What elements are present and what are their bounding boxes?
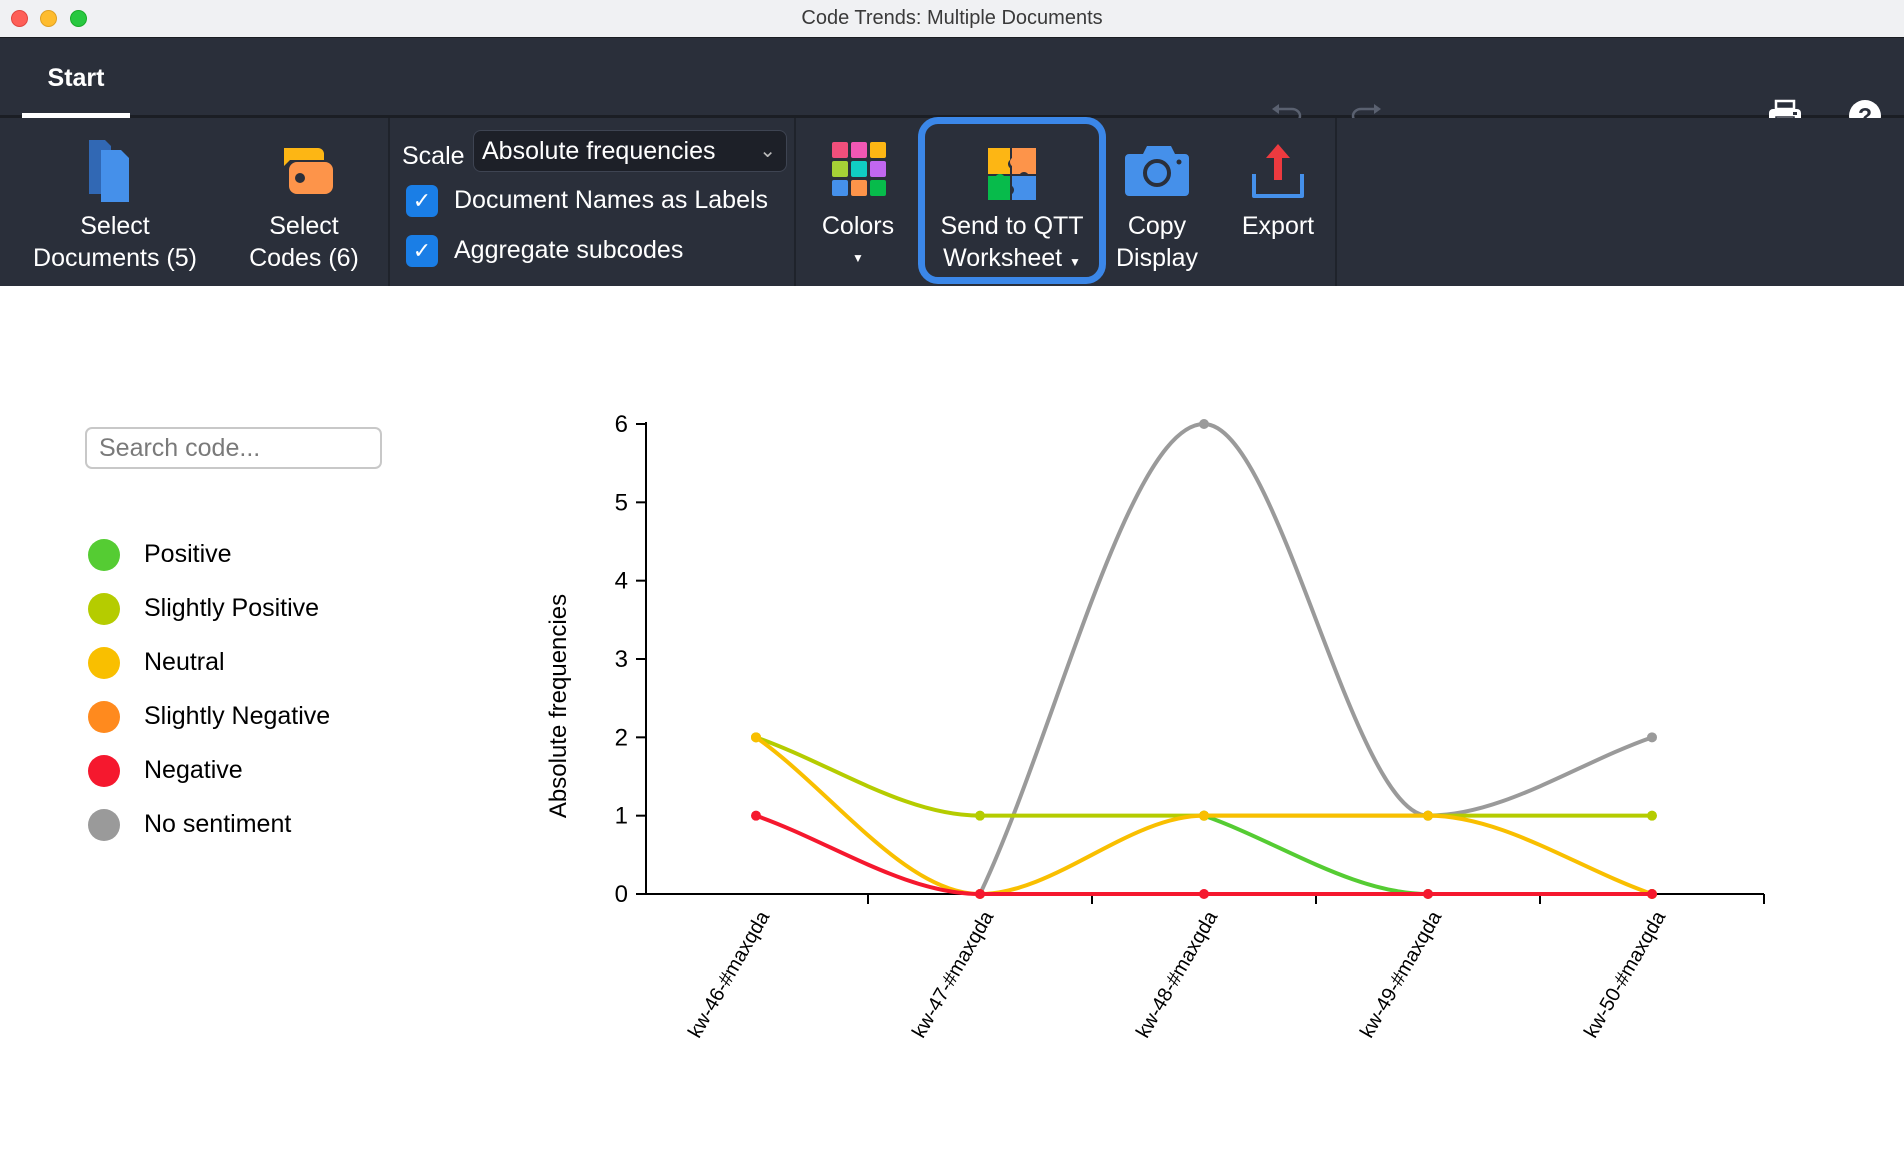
- camera-icon: [1125, 146, 1189, 196]
- y-axis-label: Absolute frequencies: [545, 594, 572, 818]
- series-line: [1203, 813, 1652, 897]
- x-tick-label: kw-46-#maxqda: [684, 907, 775, 1042]
- data-point: [1647, 732, 1657, 743]
- series-line: [755, 735, 1652, 818]
- y-tick-label: 5: [615, 489, 628, 516]
- dropdown-caret-icon: ▼: [1069, 255, 1081, 269]
- data-point: [1647, 889, 1657, 899]
- series-slightly-positive: [751, 732, 1657, 821]
- ribbon-toolbar: Select Documents (5) Select Codes (6) Scal…: [0, 117, 1904, 286]
- data-point: [751, 810, 761, 821]
- copy-display-button[interactable]: Copy Display: [1110, 118, 1204, 286]
- y-tick-label: 1: [615, 803, 628, 830]
- y-tick-label: 2: [615, 724, 628, 751]
- select-codes-line1: Select: [269, 212, 339, 240]
- select-documents-button[interactable]: Select Documents (5): [18, 118, 212, 286]
- copy-display-line1: Copy: [1127, 212, 1187, 240]
- codes-tag-icon: [284, 148, 333, 194]
- puzzle-icon: [988, 148, 1036, 200]
- data-point: [1199, 889, 1209, 899]
- x-tick-label: kw-48-#maxqda: [1132, 907, 1223, 1042]
- tab-start[interactable]: Start: [22, 38, 130, 118]
- data-point: [1423, 810, 1433, 821]
- ribbon-separator: [794, 118, 796, 286]
- y-tick-label: 0: [615, 881, 628, 908]
- title-bar: Code Trends: Multiple Documents: [0, 0, 1904, 38]
- copy-display-line2: Display: [1116, 244, 1198, 272]
- y-tick-label: 4: [615, 568, 628, 595]
- scale-dropdown[interactable]: Absolute frequencies ⌄: [473, 130, 787, 172]
- data-point: [975, 889, 985, 899]
- dropdown-caret-icon: ▼: [852, 251, 864, 265]
- data-point: [1423, 889, 1433, 899]
- tab-start-label: Start: [47, 64, 105, 92]
- chart-axes: 0 1 2 3 4 5 6 kw-46-#maxqda kw-47-#maxqda kw-48-#…: [615, 411, 1765, 1042]
- select-documents-line1: Select: [80, 212, 150, 240]
- export-button[interactable]: Export: [1226, 118, 1330, 286]
- series-no-sentiment: [975, 419, 1657, 899]
- color-grid-icon: [832, 142, 886, 196]
- ribbon-separator: [1335, 118, 1337, 286]
- data-point: [1647, 810, 1657, 821]
- chevron-down-icon: ⌄: [759, 140, 776, 162]
- x-tick-label: kw-49-#maxqda: [1356, 907, 1447, 1042]
- select-codes-line2: Codes (6): [249, 244, 359, 272]
- documents-icon: [89, 140, 129, 202]
- colors-button[interactable]: Colors ▼: [808, 118, 908, 286]
- select-codes-button[interactable]: Select Codes (6): [237, 118, 371, 286]
- y-tick-label: 6: [615, 411, 628, 438]
- data-point: [1199, 810, 1209, 821]
- series-line: [978, 421, 1653, 895]
- export-icon: [1252, 144, 1304, 198]
- series-positive: [1199, 810, 1657, 899]
- send-to-qtt-worksheet-button[interactable]: Send to QTT Worksheet ▼: [925, 118, 1099, 286]
- export-label: Export: [1241, 212, 1315, 240]
- send-to-qtt-line2: Worksheet: [943, 244, 1063, 272]
- checkmark-icon: ✓: [406, 185, 438, 217]
- ribbon-separator: [388, 118, 390, 286]
- send-to-qtt-line1: Send to QTT: [940, 212, 1084, 240]
- data-point: [975, 810, 985, 821]
- colors-label: Colors: [821, 212, 895, 240]
- select-documents-line2: Documents (5): [33, 244, 197, 272]
- series-negative: [751, 810, 1657, 899]
- y-tick-label: 3: [615, 646, 628, 673]
- aggregate-subcodes-label: Aggregate subcodes: [454, 236, 684, 264]
- scale-dropdown-value: Absolute frequencies: [482, 137, 716, 165]
- line-chart: 0 1 2 3 4 5 6 kw-46-#maxqda kw-47-#maxqda kw-48-#…: [545, 411, 1765, 1042]
- window-title: Code Trends: Multiple Documents: [801, 7, 1103, 29]
- tab-strip: Start ?: [0, 38, 1904, 132]
- data-point: [1199, 419, 1209, 429]
- chart-series: [751, 419, 1657, 899]
- checkmark-icon: ✓: [406, 235, 438, 267]
- scale-label: Scale: [402, 142, 465, 170]
- data-point: [751, 732, 761, 743]
- x-tick-label: kw-47-#maxqda: [908, 907, 999, 1042]
- x-tick-label: kw-50-#maxqda: [1580, 907, 1671, 1042]
- document-names-as-labels-label: Document Names as Labels: [454, 186, 769, 214]
